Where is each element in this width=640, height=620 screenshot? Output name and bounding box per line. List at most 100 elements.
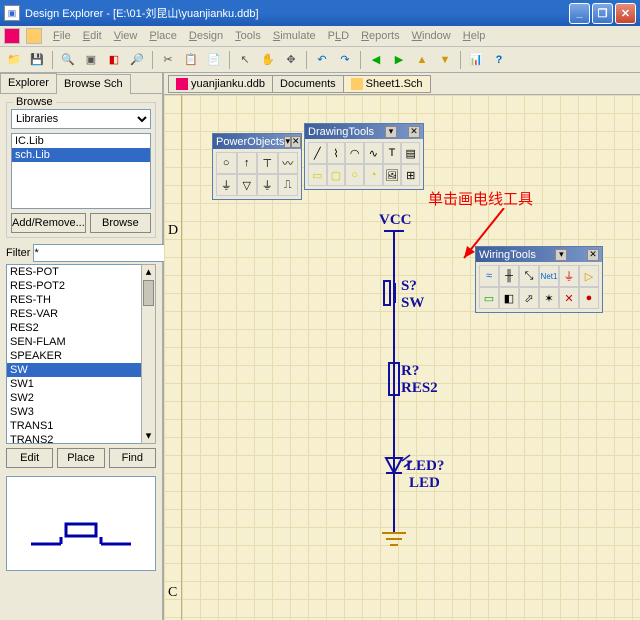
prev-icon[interactable]: ◀	[366, 50, 386, 70]
menu-place[interactable]: Place	[144, 28, 182, 44]
component-item[interactable]: RES-POT	[7, 265, 155, 279]
canvas[interactable]: yuanjianku.ddb Documents Sheet1.Sch D C …	[164, 73, 640, 620]
lib-item[interactable]: IC.Lib	[12, 134, 150, 148]
close-button[interactable]: ✕	[615, 3, 636, 24]
component-item[interactable]: TRANS2	[7, 433, 155, 444]
component-item[interactable]: TRANS1	[7, 419, 155, 433]
menu-view[interactable]: View	[109, 28, 143, 44]
pcb-directive-icon[interactable]: ●	[579, 287, 599, 309]
menu-help[interactable]: Help	[458, 28, 491, 44]
power-bar-icon[interactable]: ⊤	[257, 152, 278, 174]
component-item[interactable]: RES-TH	[7, 293, 155, 307]
array-icon[interactable]: ⊞	[401, 164, 420, 186]
component-item[interactable]: SW3	[7, 405, 155, 419]
component-list[interactable]: RES-POTRES-POT2RES-THRES-VARRES2SEN-FLAM…	[6, 264, 156, 444]
power-wave-icon[interactable]: 〰	[278, 152, 299, 174]
gnd-icon[interactable]: ⏚	[216, 174, 237, 196]
bus-entry-icon[interactable]: ⤡	[519, 265, 539, 287]
arc-icon[interactable]: ◠	[345, 142, 364, 164]
menu-pld[interactable]: PLD	[323, 28, 354, 44]
component-item[interactable]: RES2	[7, 321, 155, 335]
up-icon[interactable]: ▲	[412, 50, 432, 70]
open-icon[interactable]: 📁	[4, 50, 24, 70]
power-port-icon[interactable]: ⏚	[559, 265, 579, 287]
no-erc-icon[interactable]: ✕	[559, 287, 579, 309]
bezier-icon[interactable]: ∿	[364, 142, 383, 164]
power-objects-toolbox[interactable]: PowerObjects▾✕ ○↑⊤〰 ⏚▽⏚⎍	[212, 133, 302, 200]
tab-explorer[interactable]: Explorer	[0, 73, 57, 93]
edit-button[interactable]: Edit	[6, 448, 53, 468]
menu-tools[interactable]: Tools	[230, 28, 266, 44]
tab-browse-sch[interactable]: Browse Sch	[56, 74, 131, 94]
sheet-symbol-icon[interactable]: ▭	[479, 287, 499, 309]
close-icon[interactable]: ✕	[408, 126, 420, 138]
browse-icon[interactable]: 📊	[466, 50, 486, 70]
wire-icon[interactable]: ≈	[479, 265, 499, 287]
close-icon[interactable]: ✕	[587, 249, 599, 261]
menu-design[interactable]: Design	[184, 28, 228, 44]
library-list[interactable]: IC.Lib sch.Lib	[11, 133, 151, 209]
menu-edit[interactable]: Edit	[78, 28, 107, 44]
component-item[interactable]: SW	[7, 363, 155, 377]
pan-icon[interactable]: ✋	[258, 50, 278, 70]
menu-window[interactable]: Window	[407, 28, 456, 44]
menu-reports[interactable]: Reports	[356, 28, 405, 44]
scrollbar[interactable]: ▴ ▾	[141, 264, 156, 444]
save-icon[interactable]: 💾	[27, 50, 47, 70]
mini-icon[interactable]: ▾	[385, 126, 397, 138]
zoom-fit-icon[interactable]: ▣	[81, 50, 101, 70]
place-button[interactable]: Place	[57, 448, 104, 468]
menu-file[interactable]: FFileile	[48, 28, 76, 44]
roundrect-icon[interactable]: ▢	[327, 164, 346, 186]
image-icon[interactable]: 🖼	[383, 164, 402, 186]
junction-icon[interactable]: ✶	[539, 287, 559, 309]
menu-simulate[interactable]: Simulate	[268, 28, 321, 44]
help-icon[interactable]: ?	[489, 50, 509, 70]
paste-icon[interactable]: 📄	[204, 50, 224, 70]
tab-sheet[interactable]: Sheet1.Sch	[343, 75, 431, 93]
ellipse-icon[interactable]: ○	[345, 164, 364, 186]
maximize-button[interactable]: ❐	[592, 3, 613, 24]
filter-input[interactable]	[33, 244, 177, 262]
frame-icon[interactable]: ▤	[401, 142, 420, 164]
pie-icon[interactable]: ◔	[364, 164, 383, 186]
component-item[interactable]: RES-POT2	[7, 279, 155, 293]
design-icon[interactable]	[4, 28, 20, 44]
mini-icon[interactable]: ▾	[555, 249, 567, 261]
component-item[interactable]: SPEAKER	[7, 349, 155, 363]
earth-icon[interactable]: ⏚	[257, 174, 278, 196]
polyline-icon[interactable]: ⌇	[327, 142, 346, 164]
line-icon[interactable]: ╱	[308, 142, 327, 164]
chassis-icon[interactable]: ⎍	[278, 174, 299, 196]
select-icon[interactable]: ↖	[235, 50, 255, 70]
sheet-icon[interactable]	[26, 28, 42, 44]
drawing-tools-toolbox[interactable]: DrawingTools▾✕ ╱⌇◠∿T▤ ▭▢○◔🖼⊞	[304, 123, 424, 190]
down-icon[interactable]: ▼	[435, 50, 455, 70]
find-button[interactable]: Find	[109, 448, 156, 468]
signal-gnd-icon[interactable]: ▽	[237, 174, 258, 196]
redo-icon[interactable]: ↷	[335, 50, 355, 70]
component-item[interactable]: RES-VAR	[7, 307, 155, 321]
browse-button[interactable]: Browse	[90, 213, 151, 233]
next-icon[interactable]: ▶	[389, 50, 409, 70]
copy-icon[interactable]: 📋	[181, 50, 201, 70]
net-label-icon[interactable]: Net1	[539, 265, 559, 287]
zoom-area-icon[interactable]: ◧	[104, 50, 124, 70]
part-icon[interactable]: ▷	[579, 265, 599, 287]
component-item[interactable]: SW2	[7, 391, 155, 405]
power-arrow-icon[interactable]: ↑	[237, 152, 258, 174]
minimize-button[interactable]: _	[569, 3, 590, 24]
text-icon[interactable]: T	[383, 142, 402, 164]
power-circle-icon[interactable]: ○	[216, 152, 237, 174]
add-remove-button[interactable]: Add/Remove...	[11, 213, 86, 233]
lib-item[interactable]: sch.Lib	[12, 148, 150, 162]
zoom-in-icon[interactable]: 🔍	[58, 50, 78, 70]
port-icon[interactable]: ⬀	[519, 287, 539, 309]
component-item[interactable]: SEN-FLAM	[7, 335, 155, 349]
tab-documents[interactable]: Documents	[272, 75, 344, 93]
component-item[interactable]: SW1	[7, 377, 155, 391]
tab-ddb[interactable]: yuanjianku.ddb	[168, 75, 273, 93]
sheet-entry-icon[interactable]: ◧	[499, 287, 519, 309]
undo-icon[interactable]: ↶	[312, 50, 332, 70]
cut-icon[interactable]: ✂	[158, 50, 178, 70]
